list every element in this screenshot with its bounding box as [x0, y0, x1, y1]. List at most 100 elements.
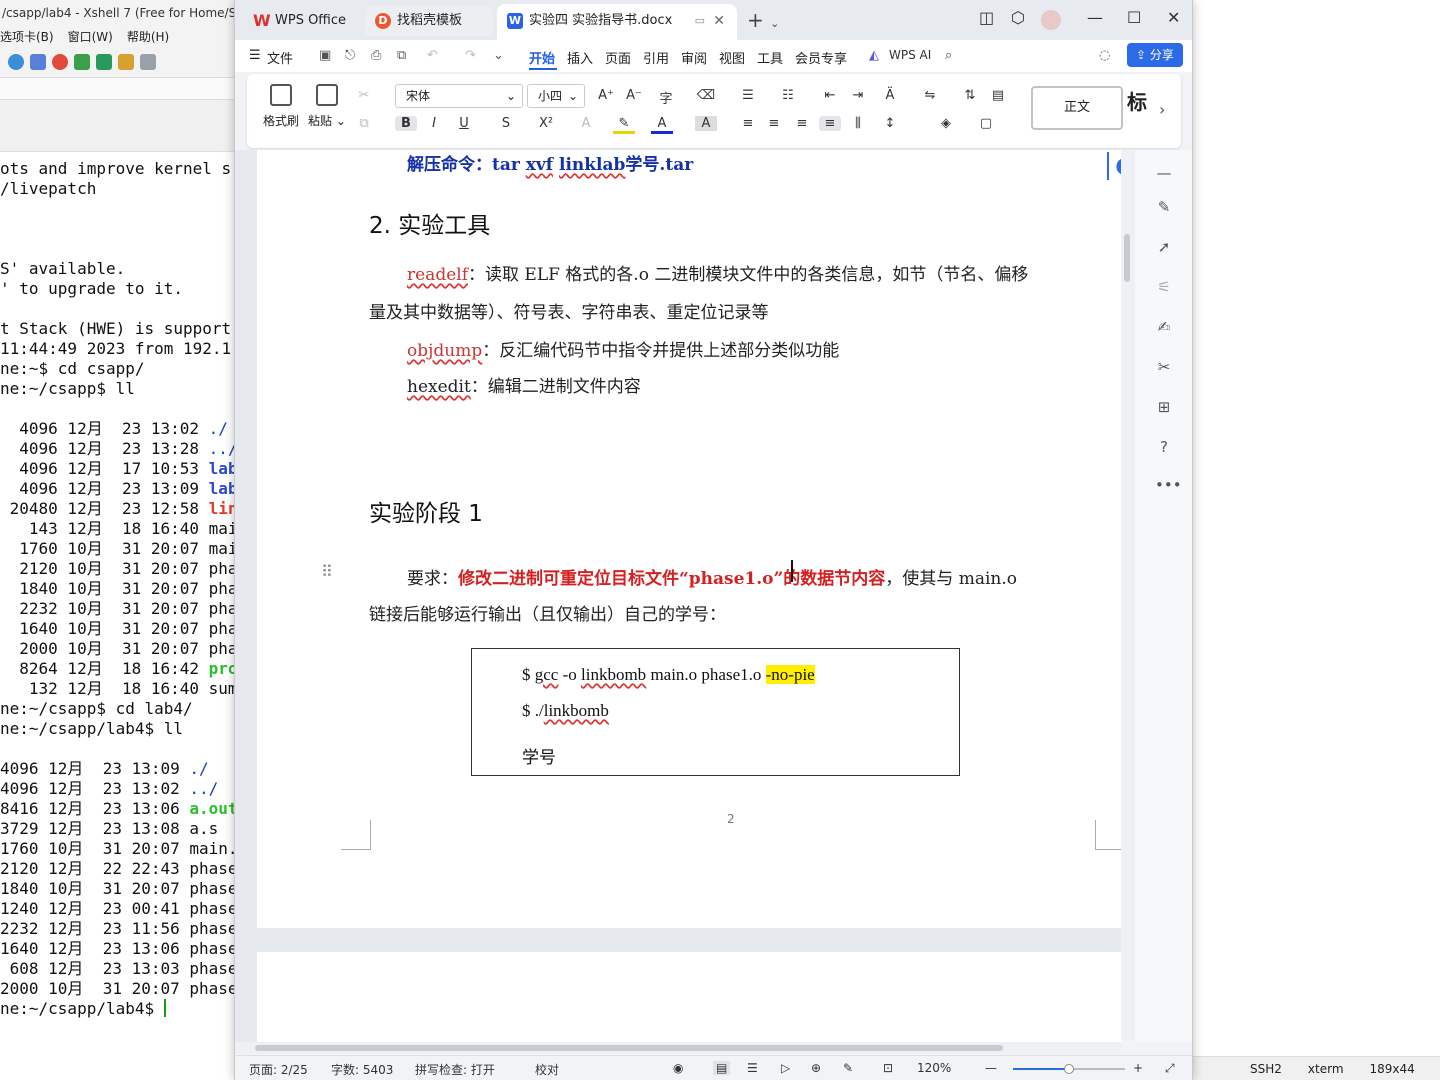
status-page[interactable]: 页面: 2/25 — [249, 1061, 308, 1078]
fullscreen-icon[interactable]: ⤢ — [1165, 1061, 1175, 1076]
char-swap-icon[interactable]: ⇋ — [919, 88, 941, 103]
page-view-icon[interactable]: ▤ — [713, 1061, 731, 1075]
play-icon[interactable]: ▷ — [781, 1061, 790, 1075]
justify-icon[interactable]: ≡ — [819, 116, 841, 131]
text-effect-icon[interactable]: A — [575, 116, 597, 131]
keyboard-icon[interactable] — [140, 53, 156, 70]
terminal-output[interactable]: ots and improve kernel s/livepatch S' ava… — [0, 159, 238, 1039]
scroll-thumb[interactable] — [1124, 234, 1130, 282]
zoom-slider-knob[interactable] — [1064, 1064, 1074, 1074]
italic-icon[interactable]: I — [423, 116, 445, 131]
zoom-in-icon[interactable]: + — [1133, 1061, 1143, 1075]
tab-member[interactable]: 会员专享 — [795, 48, 847, 67]
zoom-slider[interactable] — [1013, 1064, 1125, 1074]
status-proof[interactable]: 校对 — [535, 1061, 559, 1078]
maximize-icon[interactable]: ☐ — [1127, 8, 1141, 27]
lock-icon[interactable] — [118, 53, 134, 70]
bullet-list-icon[interactable]: ☰ — [737, 88, 759, 103]
share-button[interactable]: ⇪ 分享 — [1127, 43, 1183, 67]
xshell-address-bar[interactable] — [0, 78, 240, 100]
chat-icon[interactable]: ◌ — [1099, 48, 1110, 63]
print-icon[interactable]: ⎙ — [371, 48, 381, 63]
tab-start[interactable]: 开始 — [529, 48, 555, 67]
save-icon[interactable]: ▣ — [319, 48, 331, 63]
table-tools-icon[interactable]: ▤ — [987, 88, 1009, 103]
cube-icon[interactable]: ⬡ — [1011, 8, 1025, 27]
print-preview-icon[interactable]: ⧉ — [397, 48, 406, 63]
bold-icon[interactable]: B — [395, 116, 417, 131]
scroll-thumb[interactable] — [255, 1045, 1003, 1051]
status-spellcheck[interactable]: 拼写检查: 打开 — [415, 1061, 495, 1078]
sort-icon[interactable]: ⇅ — [959, 88, 981, 103]
status-words[interactable]: 字数: 5403 — [331, 1061, 393, 1078]
tab-wps-ai[interactable]: WPS AI — [889, 48, 931, 62]
help-icon[interactable]: ? — [1155, 438, 1173, 456]
tab-reference[interactable]: 引用 — [643, 48, 669, 67]
line-spacing-icon[interactable]: ↕ — [879, 116, 901, 131]
align-center-icon[interactable]: ≡ — [763, 116, 785, 131]
web-icon[interactable]: ⊕ — [811, 1061, 821, 1075]
fit-icon[interactable]: ⊡ — [883, 1061, 893, 1075]
phonetic-icon[interactable]: 字 — [655, 88, 677, 107]
undo-icon[interactable]: ↶ — [427, 48, 438, 63]
tab-review[interactable]: 审阅 — [681, 48, 707, 67]
tools-icon[interactable]: ✂ — [1155, 358, 1173, 376]
grow-font-icon[interactable]: A⁺ — [595, 88, 617, 103]
signature-icon[interactable]: ✍ — [1155, 318, 1173, 336]
underline-icon[interactable]: U — [453, 116, 475, 131]
globe-icon[interactable] — [8, 53, 24, 70]
xftp-icon[interactable] — [52, 53, 68, 70]
increase-indent-icon[interactable]: ⇥ — [847, 88, 869, 103]
strikethrough-icon[interactable]: S — [495, 116, 517, 131]
style-next-preview[interactable]: 标 — [1127, 86, 1147, 115]
tab-tools[interactable]: 工具 — [757, 48, 783, 67]
chevron-right-icon[interactable]: › — [1159, 100, 1165, 119]
redo-icon[interactable]: ↷ — [465, 48, 476, 63]
zoom-level[interactable]: 120% — [917, 1061, 951, 1075]
fullscreen-icon[interactable] — [96, 53, 112, 70]
char-shading-icon[interactable]: A — [695, 116, 717, 131]
search-icon[interactable]: ⌕ — [945, 48, 952, 63]
book-icon[interactable]: ⊞ — [1155, 398, 1173, 416]
menu-file[interactable]: 文件 — [267, 48, 293, 67]
sliders-icon[interactable]: ⚟ — [1155, 278, 1173, 296]
more-icon[interactable]: ••• — [1155, 476, 1182, 494]
text-direction-icon[interactable]: Ä — [879, 88, 901, 103]
script-icon[interactable] — [74, 53, 90, 70]
tab-insert[interactable]: 插入 — [567, 48, 593, 67]
document-page-next[interactable] — [257, 952, 1121, 1042]
align-left-icon[interactable]: ≡ — [737, 116, 759, 131]
menu-help[interactable]: 帮助(H) — [127, 28, 169, 45]
shading-icon[interactable]: ◈ — [935, 116, 957, 131]
close-icon[interactable]: ✕ — [713, 4, 725, 38]
drag-handle-icon[interactable]: ⠿ — [321, 562, 333, 581]
tab-document[interactable]: W 实验四 实验指导书.docx ▭ ✕ — [497, 4, 737, 40]
pen-icon[interactable]: ✎ — [1155, 198, 1173, 216]
outline-icon[interactable]: ☰ — [747, 1061, 758, 1075]
distribute-icon[interactable]: ⫼ — [847, 116, 869, 131]
hamburger-icon[interactable]: ☰ — [249, 48, 261, 63]
menu-window[interactable]: 窗口(W) — [68, 28, 113, 45]
vertical-scrollbar[interactable] — [1121, 150, 1135, 1040]
style-normal[interactable]: 正文 — [1031, 86, 1123, 130]
paste-button[interactable]: 粘贴 ⌄ — [305, 84, 349, 129]
decrease-indent-icon[interactable]: ⇤ — [819, 88, 841, 103]
pen-mode-icon[interactable]: ✎ — [843, 1061, 853, 1075]
border-icon[interactable]: ▢ — [975, 116, 997, 131]
sidebar-layout-icon[interactable]: ◫ — [979, 8, 994, 27]
shrink-font-icon[interactable]: A⁻ — [623, 88, 645, 103]
cut-icon[interactable]: ✂ — [353, 88, 375, 103]
font-size-select[interactable]: 小四 ⌄ — [527, 84, 585, 108]
highlight-icon[interactable]: ✎ — [613, 116, 635, 134]
tab-wps-office[interactable]: W WPS Office — [243, 6, 355, 36]
collapse-icon[interactable]: — — [1155, 164, 1173, 182]
new-tab-button[interactable]: + ⌄ — [747, 8, 779, 32]
align-right-icon[interactable]: ≡ — [791, 116, 813, 131]
avatar[interactable] — [1041, 10, 1061, 30]
tab-templates[interactable]: D 找稻壳模板 — [365, 6, 493, 36]
document-canvas[interactable]: 解压命令：tar xvf linklab学号.tar 2. 实验工具 reade… — [235, 150, 1121, 1042]
format-brush-button[interactable]: 格式刷 — [259, 84, 303, 129]
horizontal-scrollbar[interactable] — [235, 1042, 1121, 1054]
eye-icon[interactable]: ◉ — [673, 1061, 683, 1075]
document-page[interactable]: 解压命令：tar xvf linklab学号.tar 2. 实验工具 reade… — [257, 150, 1121, 928]
